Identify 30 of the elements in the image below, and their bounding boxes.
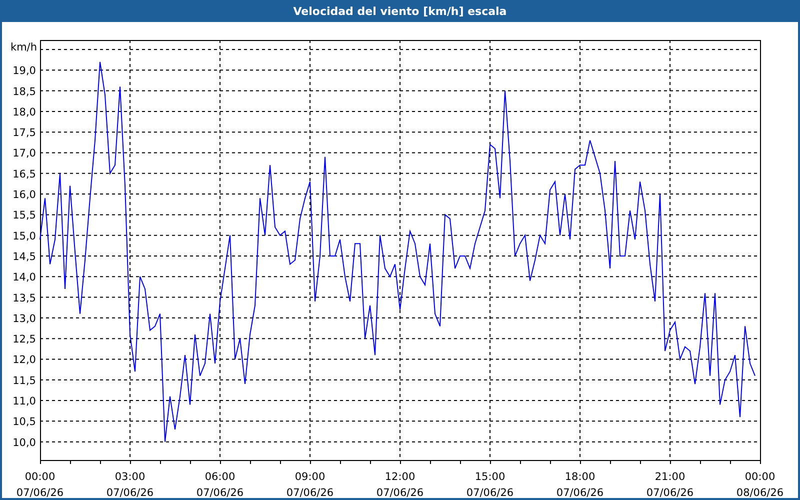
axis-tick-label: 10,0	[12, 436, 36, 449]
axis-tick-label: 03:00 07/06/26	[106, 471, 154, 498]
axis-tick-label: 17,0	[12, 148, 36, 160]
axis-tick-label: 18,0	[12, 106, 36, 118]
axis-tick-label: 16,5	[12, 168, 36, 180]
axis-tick-label: 15:00 07/06/26	[466, 471, 514, 498]
axis-tick-label: 12,5	[12, 334, 36, 346]
axis-tick-label: 13,0	[12, 312, 36, 325]
axis-tick-label: 09:00 07/06/26	[286, 471, 334, 498]
axis-tick-label: 14,0	[12, 272, 36, 284]
axis-tick-label: 18:00 07/06/26	[556, 471, 604, 498]
axis-tick-label: 10,5	[12, 416, 36, 428]
window-title: Velocidad del viento [km/h] escala	[292, 4, 508, 20]
axis-tick-label: 00:00 07/06/26	[16, 471, 64, 498]
axis-tick-label: 15,5	[12, 210, 36, 222]
axis-tick-label: 17,5	[12, 127, 36, 140]
axis-tick-label: 18,5	[12, 86, 36, 98]
axis-unit-label: km/h	[10, 42, 37, 54]
axis-tick-label: 00:00 08/06/26	[736, 471, 784, 498]
axis-tick-label: 12,0	[12, 354, 36, 366]
axis-tick-label: 21:00 07/06/26	[646, 471, 694, 498]
axis-tick-label: 06:00 07/06/26	[196, 471, 244, 498]
axis-tick-label: 13,5	[12, 292, 36, 304]
axis-tick-label: 16,0	[12, 189, 36, 202]
axis-tick-label: 15,0	[12, 230, 36, 242]
axis-tick-label: 11,0	[12, 396, 36, 408]
axis-tick-label: 12:00 07/06/26	[376, 471, 424, 498]
axis-tick-label: 11,5	[12, 374, 36, 387]
axis-tick-label: 14,5	[12, 251, 36, 263]
axis-tick-label: 19,0	[12, 65, 36, 78]
